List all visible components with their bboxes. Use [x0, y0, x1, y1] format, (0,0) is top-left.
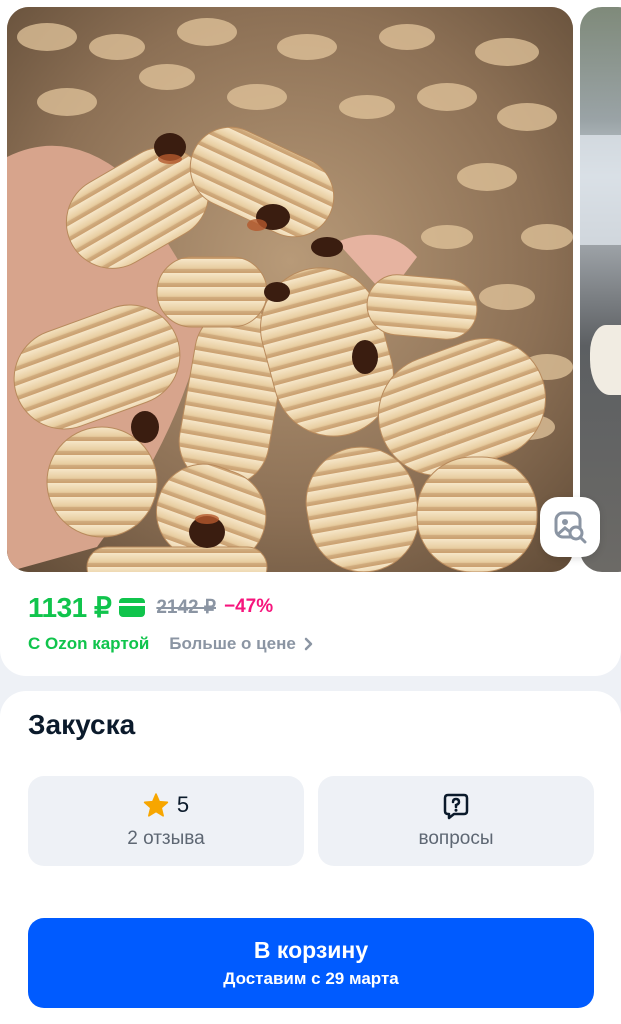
image-gallery[interactable]: [0, 0, 621, 576]
grubs-photo: [7, 7, 573, 572]
product-header-card: 1131 ₽ 2142 ₽ −47% С Ozon картой Больше …: [0, 0, 621, 676]
price-current: 1131 ₽: [28, 591, 112, 623]
rating-row: 5: [28, 792, 304, 818]
reviews-tile[interactable]: 5 2 отзыва: [28, 776, 304, 866]
image-search-icon: [554, 511, 587, 544]
photo-next-detail: [590, 325, 621, 395]
product-title: Закуска: [28, 709, 136, 740]
reviews-count: 2 отзыва: [127, 828, 205, 849]
questions-icon-row: [318, 792, 594, 820]
image-search-button[interactable]: [540, 497, 600, 557]
price-row: 1131 ₽ 2142 ₽ −47%: [28, 590, 273, 624]
more-price-label: Больше о цене: [169, 634, 296, 653]
questions-label: вопросы: [418, 828, 494, 849]
ozon-card-icon: [119, 597, 146, 617]
discount-badge: −47%: [223, 596, 274, 617]
add-to-cart-label: В корзину: [253, 937, 369, 963]
photo-next-detail: [580, 135, 621, 245]
add-to-cart-button[interactable]: В корзину Доставим с 29 марта: [28, 918, 594, 1008]
star-icon: [143, 792, 169, 817]
ozon-card-row: С Ozon картой Больше о цене: [28, 632, 313, 656]
chevron-right-icon: [304, 637, 313, 651]
product-photo-next[interactable]: [580, 7, 621, 572]
questions-tile[interactable]: вопросы: [318, 776, 594, 866]
ozon-card-label: С Ozon картой: [28, 634, 150, 653]
question-bubble-icon: [443, 793, 469, 820]
delivery-date-label: Доставим с 29 марта: [223, 969, 399, 988]
product-photo-main[interactable]: [7, 7, 573, 572]
product-info-card: Закуска 5 2 отзыва вопросы В корзину Дос…: [0, 691, 621, 1024]
more-price-link[interactable]: Больше о цене: [169, 634, 313, 654]
rating-value: 5: [176, 792, 190, 817]
price-old: 2142 ₽: [156, 596, 216, 618]
